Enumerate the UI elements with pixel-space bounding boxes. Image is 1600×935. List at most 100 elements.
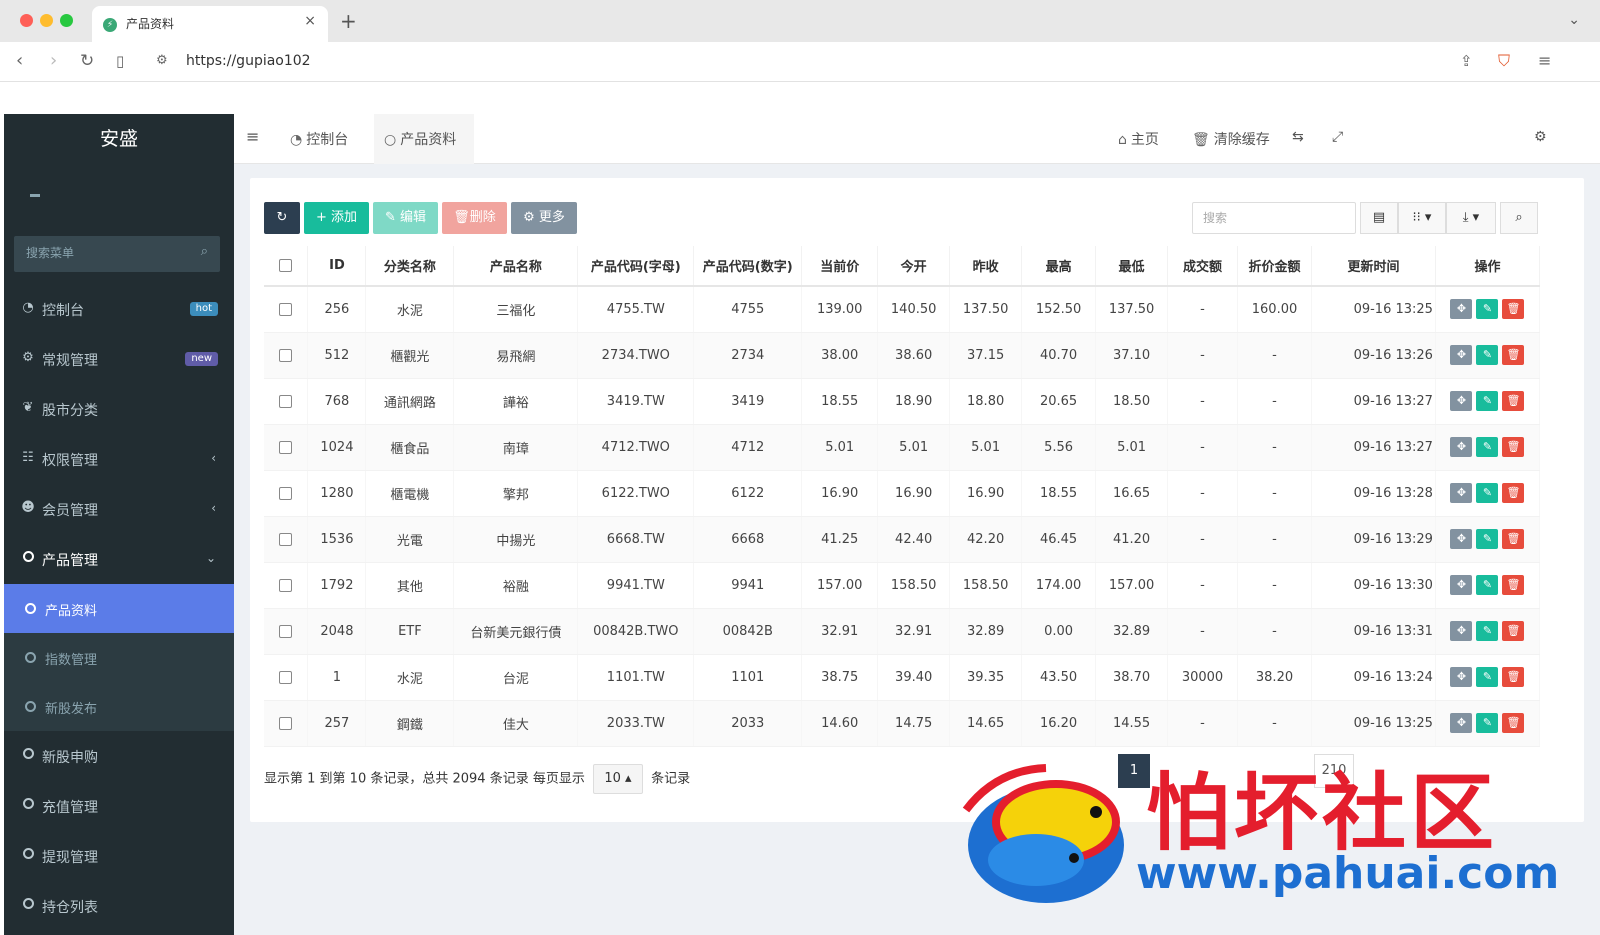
sidebar-item-members[interactable]: ☻ 会员管理 ‹ (4, 484, 234, 534)
delete-row-icon[interactable]: 🗑 (1502, 713, 1525, 733)
table-row[interactable]: 256 水泥 三福化 4755.TW 4755 139.00 140.50 137.50 152… (264, 286, 1541, 333)
row-checkbox[interactable] (279, 624, 293, 638)
logo[interactable]: 安盛 (4, 114, 234, 164)
table-search-input[interactable] (1203, 211, 1343, 225)
sidebar-subitem-ipo-release[interactable]: 新股发布 (4, 682, 234, 731)
delete-row-icon[interactable]: 🗑 (1502, 483, 1525, 503)
edit-row-icon[interactable]: ✎ (1476, 483, 1499, 503)
sidebar-item-stock-category[interactable]: ❦ 股市分类 (4, 384, 234, 434)
sidebar-item-permissions[interactable]: ☷ 权限管理 ‹ (4, 434, 234, 484)
column-header[interactable]: 分类名称 (365, 246, 455, 287)
browser-menu-icon[interactable]: ≡ (1538, 51, 1551, 71)
sidebar-item-general[interactable]: ⚙ 常规管理 new (4, 334, 234, 384)
minimize-window-button[interactable] (40, 14, 53, 27)
row-checkbox[interactable] (279, 532, 293, 546)
edit-row-icon[interactable]: ✎ (1476, 621, 1499, 641)
fullscreen-icon[interactable]: ⤢ (1332, 129, 1343, 145)
clear-cache-button[interactable]: 🗑 清除缓存 (1192, 129, 1270, 149)
column-header[interactable]: 昨收 (949, 246, 1023, 287)
sidebar-subitem-index[interactable]: 指数管理 (4, 633, 234, 682)
browser-tab[interactable]: ⚡ 产品资料 × (92, 6, 328, 42)
delete-row-icon[interactable]: 🗑 (1502, 437, 1525, 457)
menu-search-input[interactable] (26, 246, 186, 260)
export-button[interactable]: ⤓ ▾ (1446, 202, 1496, 234)
more-button[interactable]: ⚙ 更多 (511, 202, 577, 234)
edit-row-icon[interactable]: ✎ (1476, 391, 1499, 411)
add-button[interactable]: + 添加 (304, 202, 369, 234)
menu-toggle-icon[interactable]: ≡ (246, 127, 259, 146)
delete-row-icon[interactable]: 🗑 (1502, 345, 1525, 365)
brave-shield-icon[interactable]: ⛉ (1498, 51, 1510, 71)
sidebar-item-ipo-subscribe[interactable]: 新股申购 (4, 731, 234, 781)
row-checkbox[interactable] (279, 578, 293, 592)
bookmark-icon[interactable]: ▯ (116, 51, 124, 71)
column-header[interactable]: 成交额 (1167, 246, 1239, 287)
edit-row-icon[interactable]: ✎ (1476, 345, 1499, 365)
drag-move-icon[interactable]: ✥ (1450, 437, 1473, 457)
translate-icon[interactable]: ⇆ (1292, 129, 1304, 145)
tab-product-info[interactable]: ○ 产品资料 (374, 114, 474, 164)
table-row[interactable]: 1536 光電 中揚光 6668.TW 6668 41.25 42.40 42.20 46.45… (264, 516, 1541, 563)
toggle-view-button[interactable]: ▤ (1360, 202, 1398, 234)
table-row[interactable]: 1792 其他 裕融 9941.TW 9941 157.00 158.50 158.50 174… (264, 562, 1541, 609)
sidebar-item-products[interactable]: 产品管理 ⌄ (4, 534, 234, 584)
home-link[interactable]: ⌂ 主页 (1118, 129, 1159, 149)
drag-move-icon[interactable]: ✥ (1450, 299, 1473, 320)
new-tab-button[interactable]: + (340, 9, 357, 33)
site-settings-icon[interactable]: ⚙ (156, 53, 168, 68)
row-checkbox[interactable] (279, 716, 293, 730)
delete-row-icon[interactable]: 🗑 (1502, 299, 1525, 320)
column-header[interactable]: 最低 (1095, 246, 1169, 287)
edit-row-icon[interactable]: ✎ (1476, 299, 1499, 320)
address-bar[interactable]: ⚙ https://gupiao102 (156, 48, 1456, 76)
share-icon[interactable]: ⇪ (1460, 51, 1473, 71)
drag-move-icon[interactable]: ✥ (1450, 345, 1473, 365)
row-checkbox[interactable] (279, 440, 293, 454)
table-row[interactable]: 1024 櫃食品 南璋 4712.TWO 4712 5.01 5.01 5.01 5.56 5.0… (264, 424, 1541, 471)
row-checkbox[interactable] (279, 670, 293, 684)
drag-move-icon[interactable]: ✥ (1450, 483, 1473, 503)
edit-row-icon[interactable]: ✎ (1476, 713, 1499, 733)
drag-move-icon[interactable]: ✥ (1450, 713, 1473, 733)
edit-row-icon[interactable]: ✎ (1476, 529, 1499, 549)
delete-row-icon[interactable]: 🗑 (1502, 575, 1525, 595)
column-header[interactable]: 当前价 (801, 246, 879, 287)
delete-row-icon[interactable]: 🗑 (1502, 391, 1525, 411)
columns-button[interactable]: ⁝⁝ ▾ (1398, 202, 1446, 234)
settings-icon[interactable]: ⚙ (1534, 129, 1547, 145)
close-window-button[interactable] (20, 14, 33, 27)
page-size-dropdown[interactable]: 10 ▴ (592, 764, 643, 794)
table-row[interactable]: 512 櫃觀光 易飛網 2734.TWO 2734 38.00 38.60 37.15 40.7… (264, 332, 1541, 379)
refresh-button[interactable]: ↻ (264, 202, 300, 234)
table-row[interactable]: 257 鋼鐵 佳大 2033.TW 2033 14.60 14.75 14.65 16.20 14… (264, 700, 1541, 747)
select-all-checkbox[interactable] (279, 259, 293, 272)
url-text[interactable]: https://gupiao102 (186, 53, 311, 69)
row-checkbox[interactable] (279, 394, 293, 408)
delete-row-icon[interactable]: 🗑 (1502, 621, 1525, 641)
row-checkbox[interactable] (279, 486, 293, 500)
tab-close-icon[interactable]: × (304, 13, 316, 29)
sidebar-subitem-product-info[interactable]: 产品资料 (4, 584, 234, 633)
row-checkbox[interactable] (279, 302, 293, 316)
row-checkbox[interactable] (279, 348, 293, 362)
delete-row-icon[interactable]: 🗑 (1502, 529, 1525, 549)
sidebar-item-withdraw[interactable]: 提现管理 (4, 831, 234, 881)
edit-row-icon[interactable]: ✎ (1476, 437, 1499, 457)
column-header[interactable]: 最高 (1021, 246, 1097, 287)
maximize-window-button[interactable] (60, 14, 73, 27)
drag-move-icon[interactable]: ✥ (1450, 391, 1473, 411)
delete-row-icon[interactable]: 🗑 (1502, 667, 1525, 687)
drag-move-icon[interactable]: ✥ (1450, 667, 1473, 687)
table-row[interactable]: 768 通訊網路 譁裕 3419.TW 3419 18.55 18.90 18.80 20.65… (264, 378, 1541, 425)
edit-button[interactable]: ✎ 编辑 (373, 202, 438, 234)
sidebar-item-positions[interactable]: 持仓列表 (4, 881, 234, 931)
column-header[interactable]: 今开 (877, 246, 951, 287)
column-header[interactable]: 产品代码(数字) (693, 246, 803, 287)
table-row[interactable]: 1280 櫃電機 擎邦 6122.TWO 6122 16.90 16.90 16.90 18.5… (264, 470, 1541, 517)
edit-row-icon[interactable]: ✎ (1476, 575, 1499, 595)
column-header[interactable]: 产品代码(字母) (577, 246, 695, 287)
drag-move-icon[interactable]: ✥ (1450, 575, 1473, 595)
column-header[interactable]: 更新时间 (1311, 246, 1436, 287)
search-toggle-button[interactable]: ⌕ (1500, 202, 1538, 234)
column-header[interactable]: ID (307, 246, 367, 287)
